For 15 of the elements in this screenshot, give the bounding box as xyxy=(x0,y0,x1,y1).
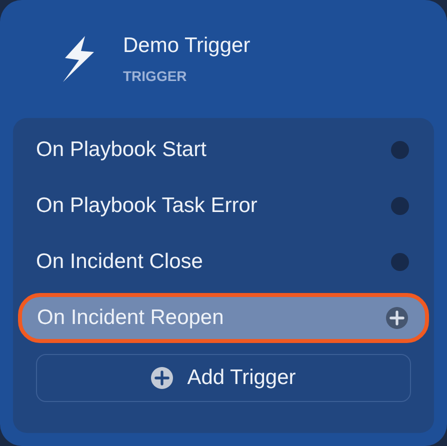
status-dot xyxy=(391,141,409,159)
trigger-item[interactable]: On Incident Close xyxy=(18,234,429,290)
status-dot xyxy=(391,197,409,215)
trigger-label: On Playbook Start xyxy=(36,138,206,162)
status-dot xyxy=(391,253,409,271)
trigger-item[interactable]: On Playbook Start xyxy=(18,122,429,178)
trigger-label: On Incident Close xyxy=(36,250,203,274)
node-type-label: TRIGGER xyxy=(123,68,188,84)
add-icon xyxy=(151,367,174,389)
trigger-label: On Incident Reopen xyxy=(37,306,224,330)
add-trigger-button[interactable]: Add Trigger xyxy=(36,354,411,402)
trigger-label: On Playbook Task Error xyxy=(36,194,258,218)
add-icon xyxy=(386,307,408,329)
node-title: Demo Trigger xyxy=(123,34,250,58)
trigger-item[interactable]: On Playbook Task Error xyxy=(18,178,429,234)
